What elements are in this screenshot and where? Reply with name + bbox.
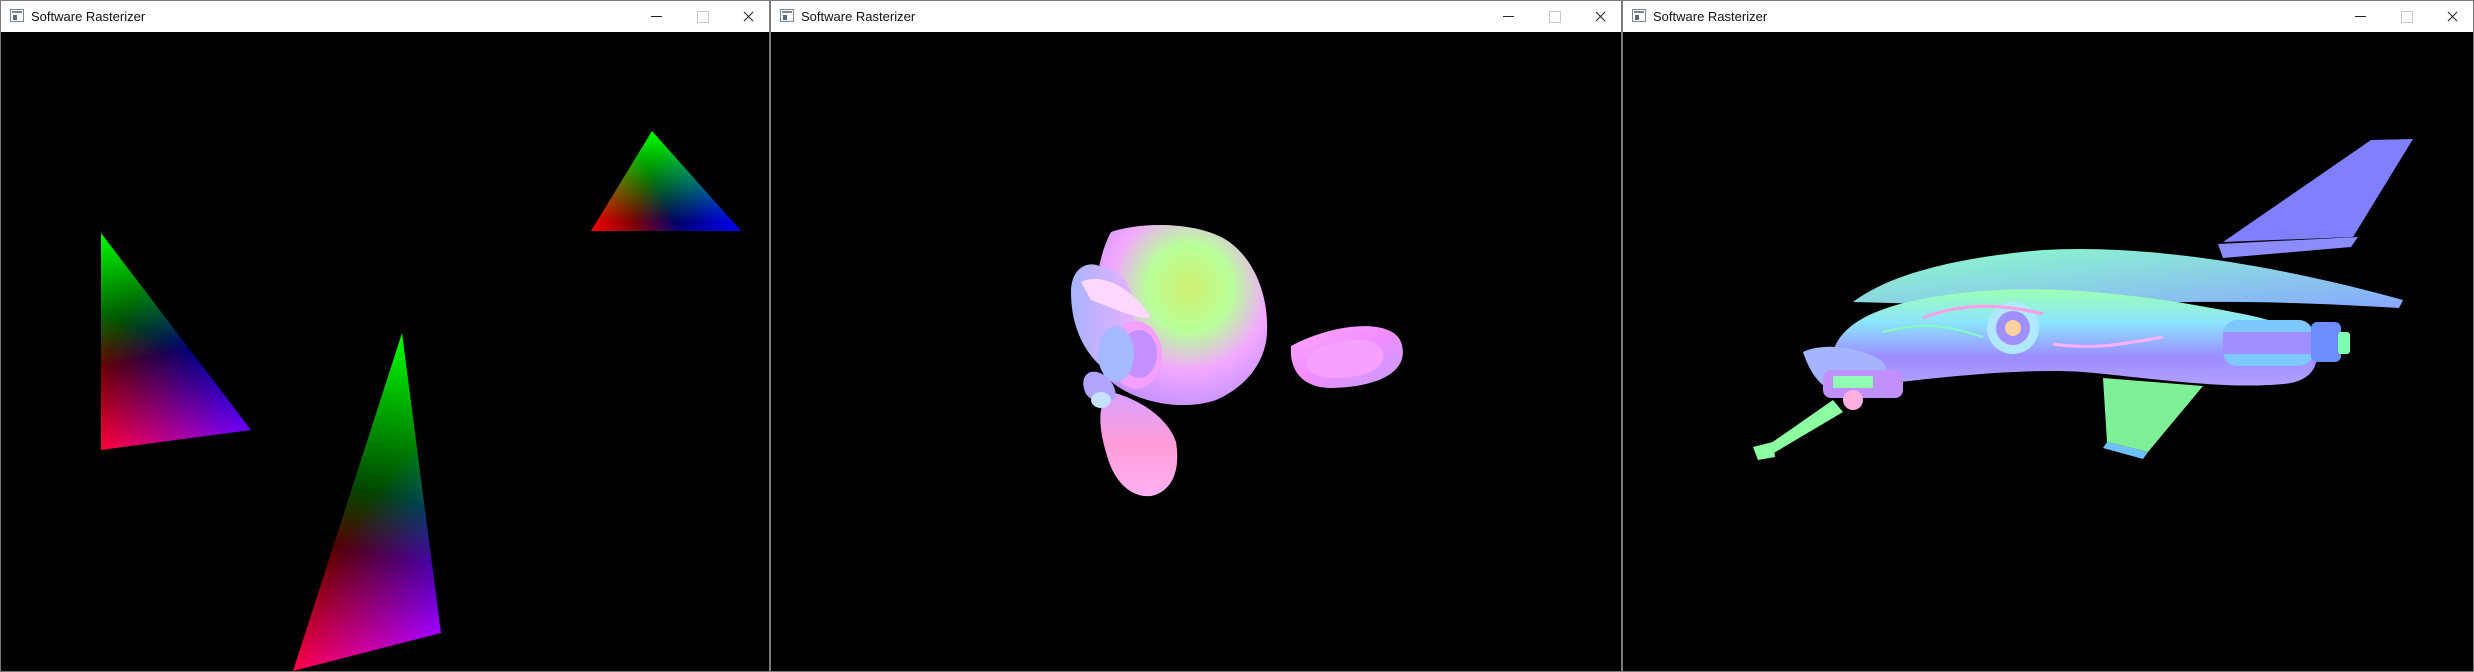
app-icon[interactable] [1632,9,1646,22]
app-icon[interactable] [780,9,794,22]
window-title: Software Rasterizer [801,9,916,24]
window-monkey: Software Rasterizer [770,0,1622,672]
minimize-button[interactable] [1485,1,1531,32]
minimize-button[interactable] [633,1,679,32]
monkey-head-model [1071,225,1403,497]
close-button[interactable] [2429,1,2473,32]
spaceship-model [1753,139,2413,460]
triangle-left [101,233,251,450]
titlebar[interactable]: Software Rasterizer [1623,1,2473,33]
triangle-top-right [591,131,741,231]
window-triangles: Software Rasterizer [0,0,770,672]
minimize-button[interactable] [2337,1,2383,32]
render-canvas [1753,139,2413,460]
window-spaceship: Software Rasterizer [1622,0,2474,672]
close-button[interactable] [725,1,769,32]
triangle-bottom [293,333,441,671]
window-title: Software Rasterizer [1653,9,1768,24]
render-viewport[interactable] [771,32,1621,671]
render-canvas [1071,225,1403,497]
titlebar[interactable]: Software Rasterizer [771,1,1621,33]
titlebar[interactable]: Software Rasterizer [1,1,769,33]
maximize-button [2383,1,2429,32]
render-canvas [101,131,741,671]
render-viewport[interactable] [1,32,769,671]
app-icon[interactable] [10,9,24,22]
render-viewport[interactable] [1623,32,2473,671]
maximize-button [1531,1,1577,32]
close-button[interactable] [1577,1,1621,32]
maximize-button [679,1,725,32]
window-title: Software Rasterizer [31,9,146,24]
